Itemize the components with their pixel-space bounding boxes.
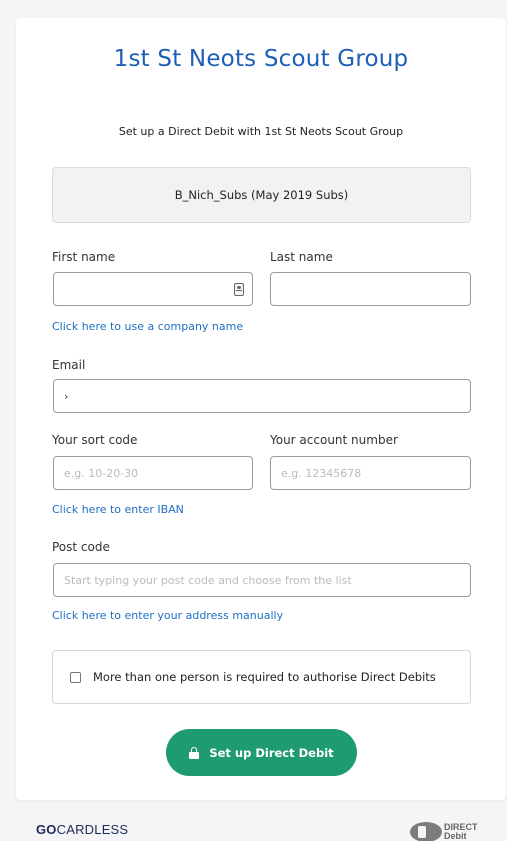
company-name-link[interactable]: Click here to use a company name [52,320,243,333]
postcode-label: Post code [52,540,110,554]
gocardless-logo-bold: GO [36,822,57,837]
account-number-label: Your account number [270,433,398,447]
setup-direct-debit-label: Set up Direct Debit [209,745,334,760]
last-name-label: Last name [270,250,333,264]
manual-address-link[interactable]: Click here to enter your address manuall… [52,609,283,622]
gocardless-logo: GOCARDLESS [36,822,128,837]
email-field[interactable]: › [53,379,471,413]
first-name-field[interactable] [53,272,253,306]
account-number-input[interactable]: e.g. 12345678 [270,456,471,490]
setup-direct-debit-button[interactable]: Set up Direct Debit [166,729,357,776]
sort-code-placeholder: e.g. 10-20-30 [64,466,139,480]
plan-description: B_Nich_Subs (May 2019 Subs) [174,188,349,202]
multi-authoriser-checkbox[interactable] [70,671,81,683]
iban-link[interactable]: Click here to enter IBAN [52,503,184,516]
sort-code-input[interactable]: e.g. 10-20-30 [53,456,253,490]
postcode-placeholder: Start typing your post code and choose f… [64,573,352,587]
direct-debit-wordmark: DIRECT Debit [444,823,478,841]
multi-authoriser-label: More than one person is required to auth… [93,670,436,684]
first-name-label: First name [52,250,116,264]
lock-icon [189,746,200,759]
last-name-field[interactable] [270,272,471,306]
direct-debit-form-card: 1st St Neots Scout Group Set up a Direct… [16,18,506,800]
direct-debit-logo: DIRECT Debit [410,822,478,841]
direct-debit-mark-icon [410,822,442,841]
sort-code-label: Your sort code [52,433,138,447]
page-title: 1st St Neots Scout Group [113,46,409,72]
account-number-placeholder: e.g. 12345678 [281,466,362,480]
contact-card-icon[interactable] [234,283,244,296]
form-subtitle: Set up a Direct Debit with 1st St Neots … [118,125,404,138]
dd-line2: Debit [444,831,467,841]
multi-authoriser-box[interactable]: More than one person is required to auth… [52,650,471,704]
postcode-input[interactable]: Start typing your post code and choose f… [53,563,471,597]
gocardless-logo-rest: CARDLESS [56,822,129,837]
email-value: › [64,389,69,403]
email-label: Email [52,358,86,372]
plan-summary-box: B_Nich_Subs (May 2019 Subs) [52,167,471,223]
